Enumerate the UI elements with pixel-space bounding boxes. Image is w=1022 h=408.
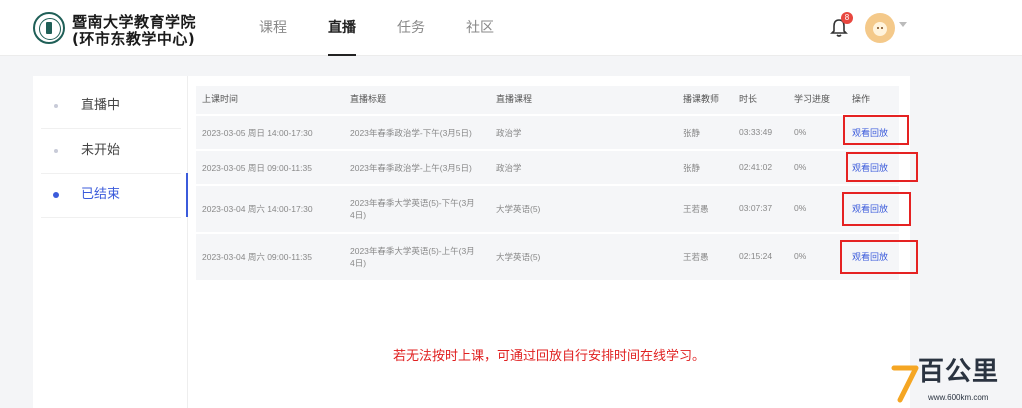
cell-progress: 0% [794, 203, 807, 213]
logo-subtitle[interactable]: (环市东教学中心) [72, 28, 195, 49]
nav-courses[interactable]: 课程 [259, 0, 287, 56]
nav-live[interactable]: 直播 [328, 0, 356, 56]
highlight-box [846, 152, 918, 182]
highlight-box [843, 115, 909, 145]
cell-title: 2023年春季大学英语(5)-上午(3月4日) [350, 246, 475, 268]
cell-time: 2023-03-05 周日 09:00-11:35 [202, 163, 312, 173]
cell-time: 2023-03-05 周日 14:00-17:30 [202, 128, 313, 138]
bullet-icon [54, 104, 58, 108]
table-row: 2023-03-04 周六 09:00-11:35 2023年春季大学英语(5)… [196, 234, 899, 280]
sidebar-item-upcoming[interactable]: 未开始 [33, 129, 188, 173]
top-header: 暨南大学教育学院 (环市东教学中心) 课程 直播 任务 社区 8 [0, 0, 1022, 56]
nav-community[interactable]: 社区 [466, 0, 494, 56]
cell-course: 政治学 [496, 163, 522, 173]
live-table-panel: 上课时间 直播标题 直播课程 播课教师 时长 学习进度 操作 2023-03-0… [188, 76, 910, 408]
divider [41, 217, 181, 218]
cell-progress: 0% [794, 251, 807, 261]
table-row: 2023-03-05 周日 14:00-17:30 2023年春季政治学-下午(… [196, 116, 899, 149]
status-sidebar: 直播中 未开始 已结束 [33, 76, 188, 408]
table-header: 上课时间 直播标题 直播课程 播课教师 时长 学习进度 操作 [196, 86, 899, 114]
column-header-action: 操作 [852, 95, 871, 105]
cell-title: 2023年春季政治学-上午(3月5日) [350, 163, 472, 173]
cell-teacher: 张静 [683, 163, 701, 173]
watermark-url: www.600km.com [928, 393, 989, 402]
cell-title: 2023年春季大学英语(5)-下午(3月4日) [350, 198, 475, 220]
sidebar-item-ended[interactable]: 已结束 [33, 173, 188, 217]
university-logo-icon[interactable] [33, 12, 65, 44]
column-header-time: 上课时间 [202, 95, 239, 105]
replay-notice: 若无法按时上课，可通过回放自行安排时间在线学习。 [392, 349, 705, 364]
cell-teacher: 王若愚 [683, 204, 709, 214]
column-header-duration: 时长 [739, 95, 758, 105]
highlight-box [840, 240, 918, 274]
sidebar-item-live[interactable]: 直播中 [33, 84, 188, 128]
cell-duration: 02:15:24 [739, 251, 773, 261]
highlight-box [842, 192, 911, 226]
sidebar-item-label: 直播中 [81, 98, 121, 113]
cell-duration: 03:07:37 [739, 203, 773, 213]
avatar-eye [877, 27, 879, 29]
bullet-icon [53, 192, 59, 198]
column-header-teacher: 播课教师 [683, 95, 720, 105]
table-row: 2023-03-05 周日 09:00-11:35 2023年春季政治学-上午(… [196, 151, 899, 184]
cell-duration: 02:41:02 [739, 162, 773, 172]
cell-time: 2023-03-04 周六 09:00-11:35 [202, 252, 312, 262]
notification-badge: 8 [841, 12, 853, 24]
column-header-course: 直播课程 [496, 95, 533, 105]
nav-tasks[interactable]: 任务 [397, 0, 425, 56]
table-row: 2023-03-04 周六 14:00-17:30 2023年春季大学英语(5)… [196, 186, 899, 232]
cell-time: 2023-03-04 周六 14:00-17:30 [202, 204, 313, 214]
cell-title: 2023年春季政治学-下午(3月5日) [350, 128, 472, 138]
cell-course: 大学英语(5) [496, 252, 541, 262]
column-header-title: 直播标题 [350, 95, 387, 105]
cell-progress: 0% [794, 162, 807, 172]
cell-course: 大学英语(5) [496, 204, 541, 214]
cell-teacher: 王若愚 [683, 252, 709, 262]
chevron-down-icon[interactable] [899, 22, 907, 27]
sidebar-item-label: 未开始 [81, 143, 121, 158]
avatar-face [873, 22, 887, 36]
cell-course: 政治学 [496, 128, 522, 138]
bullet-icon [54, 149, 58, 153]
cell-progress: 0% [794, 127, 807, 137]
avatar[interactable] [865, 13, 895, 43]
sidebar-item-label: 已结束 [81, 187, 121, 202]
cell-duration: 03:33:49 [739, 127, 773, 137]
watermark-text: 百公里 [918, 357, 1000, 387]
avatar-eye [881, 27, 883, 29]
column-header-progress: 学习进度 [794, 95, 831, 105]
cell-teacher: 张静 [683, 128, 701, 138]
